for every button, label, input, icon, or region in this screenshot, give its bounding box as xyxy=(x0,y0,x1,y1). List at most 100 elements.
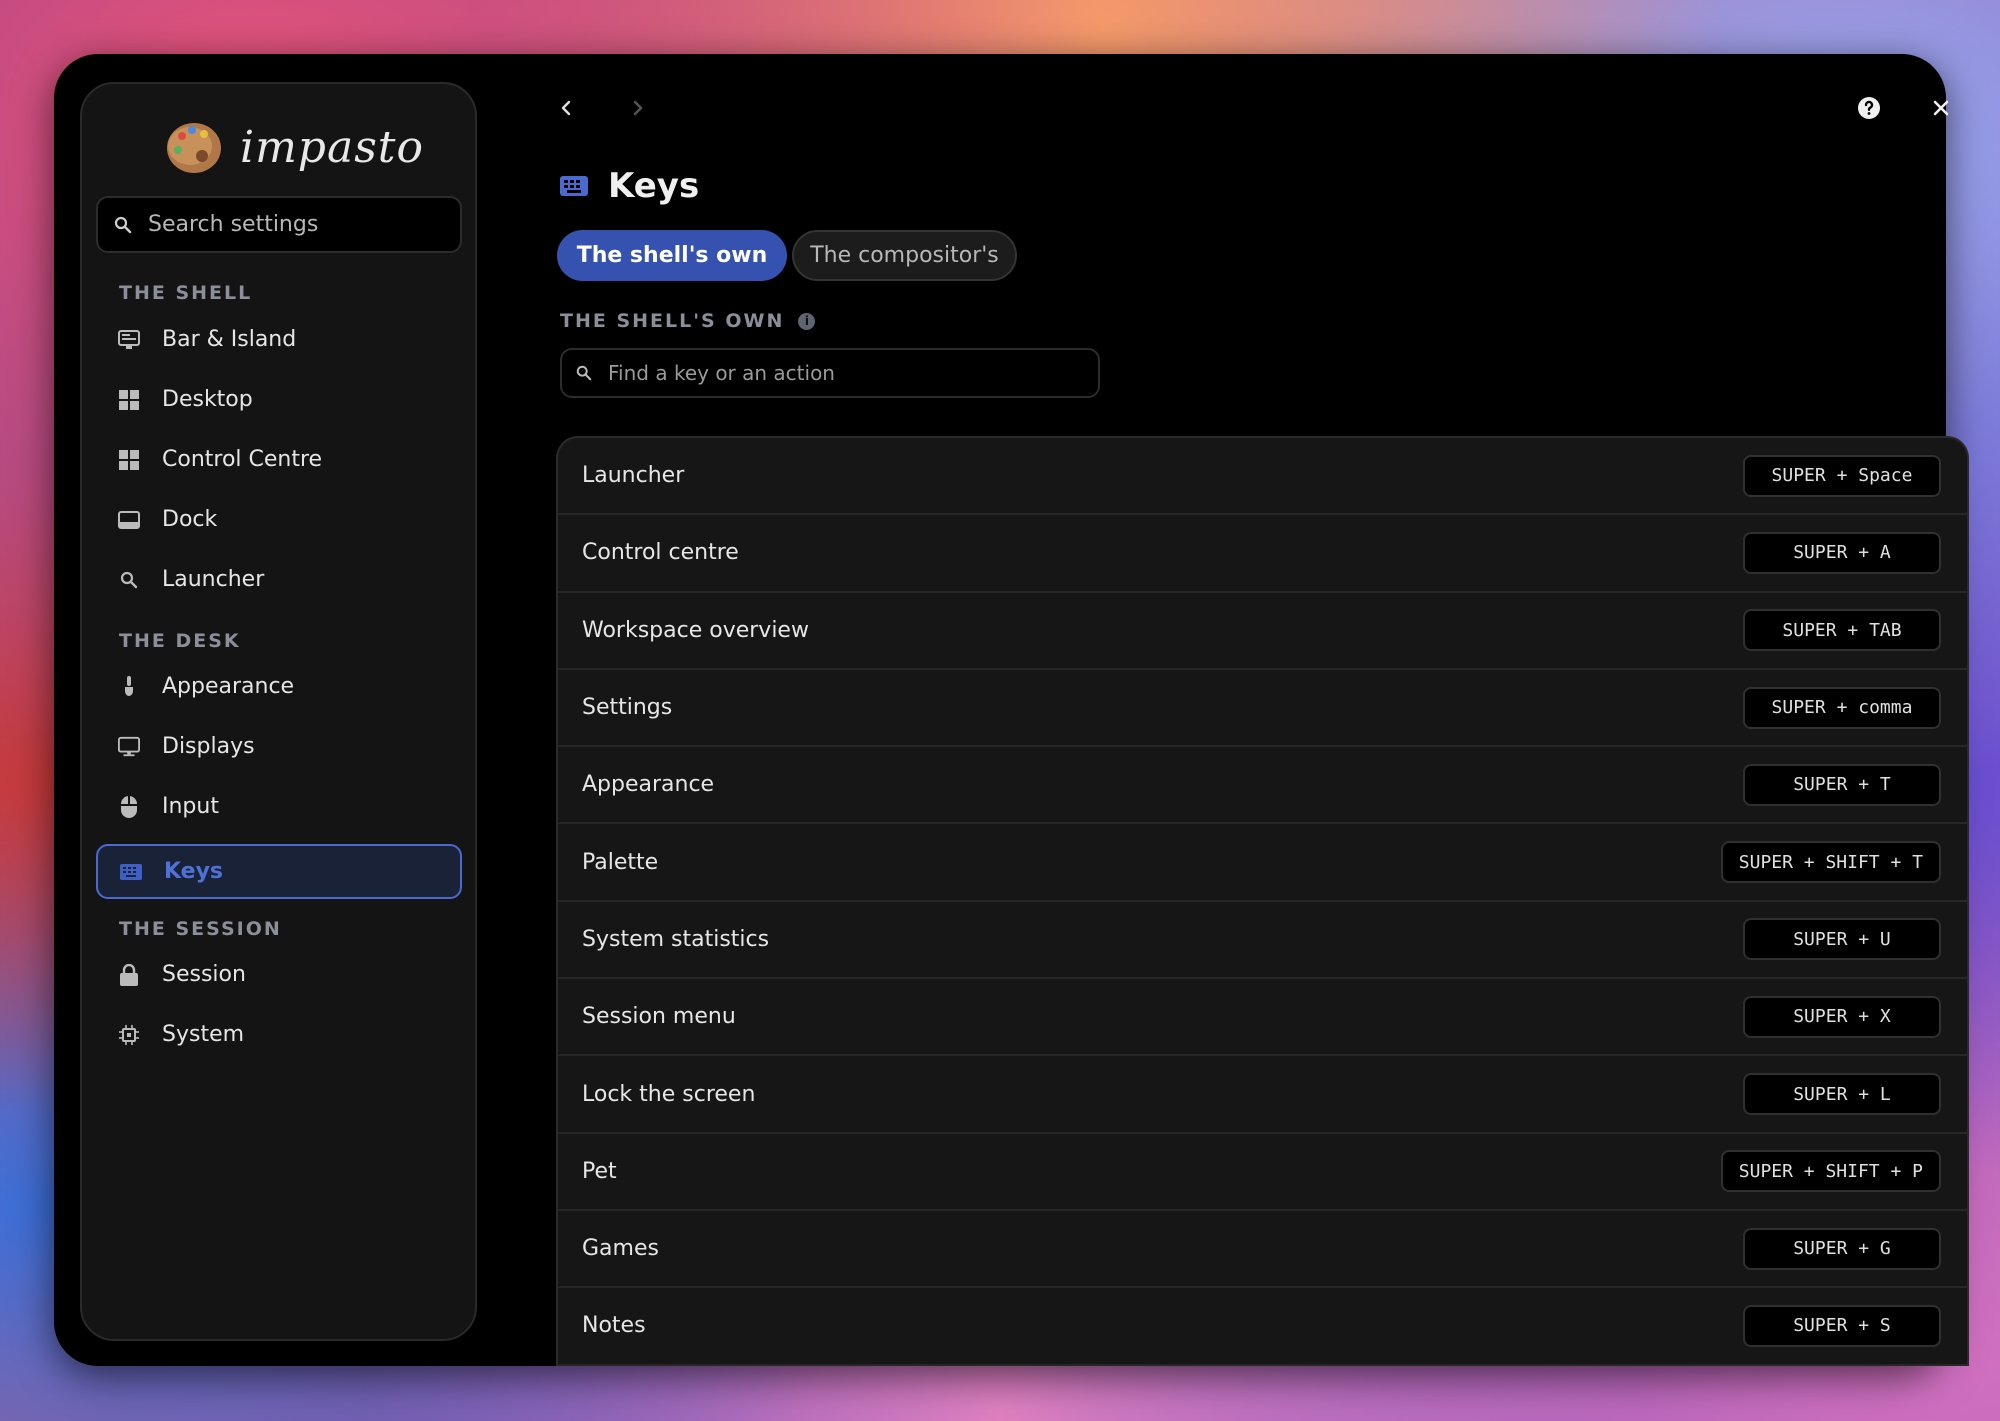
keybinding-row[interactable]: Control centre SUPER + A xyxy=(558,515,1967,593)
close-button[interactable] xyxy=(1921,88,1961,128)
keybinding-row[interactable]: Launcher SUPER + Space xyxy=(558,438,1967,516)
key-combo[interactable]: SUPER + SHIFT + T xyxy=(1720,841,1941,884)
action-label: Notes xyxy=(582,1313,646,1339)
keybinding-row[interactable]: Appearance SUPER + T xyxy=(558,747,1967,825)
sidebar-item-label: Session xyxy=(162,962,246,987)
sidebar-item-label: Launcher xyxy=(162,567,265,592)
keybinding-row[interactable]: Lock the screen SUPER + L xyxy=(558,1056,1967,1134)
action-label: System statistics xyxy=(582,926,770,952)
keyboard-icon xyxy=(560,176,588,196)
sidebar: impasto THE SHELL Bar & Island Desktop xyxy=(80,82,477,1341)
dock-icon xyxy=(118,509,140,531)
action-label: Session menu xyxy=(582,1004,736,1030)
section-the-session: THE SESSION xyxy=(119,918,282,940)
sidebar-item-dock[interactable]: Dock xyxy=(96,492,462,547)
action-label: Games xyxy=(582,1236,659,1262)
action-label: Settings xyxy=(582,695,673,721)
key-combo[interactable]: SUPER + SHIFT + P xyxy=(1720,1150,1941,1193)
monitor-icon xyxy=(118,736,140,758)
sidebar-item-label: Input xyxy=(162,794,219,819)
settings-search[interactable] xyxy=(96,196,462,253)
keybinding-row[interactable]: Pet SUPER + SHIFT + P xyxy=(558,1134,1967,1211)
sidebar-item-label: Appearance xyxy=(162,674,295,699)
chevron-left-icon xyxy=(560,99,572,117)
key-search-input[interactable] xyxy=(608,361,1088,385)
action-label: Control centre xyxy=(582,540,739,566)
forward-button[interactable] xyxy=(618,88,658,128)
settings-window: impasto THE SHELL Bar & Island Desktop xyxy=(54,54,1969,1366)
sidebar-item-system[interactable]: System xyxy=(96,1007,462,1062)
info-icon[interactable]: i xyxy=(798,312,816,330)
section-the-desk: THE DESK xyxy=(119,630,241,652)
key-combo[interactable]: SUPER + T xyxy=(1743,763,1941,806)
key-combo[interactable]: SUPER + L xyxy=(1743,1073,1941,1116)
tab-compositors[interactable]: The compositor's xyxy=(792,230,1017,281)
chip-icon xyxy=(118,1024,140,1046)
key-combo[interactable]: SUPER + TAB xyxy=(1743,609,1941,652)
app-name: impasto xyxy=(240,121,424,173)
sidebar-item-bar-island[interactable]: Bar & Island xyxy=(96,312,462,367)
key-combo[interactable]: SUPER + U xyxy=(1743,918,1941,961)
action-label: Launcher xyxy=(582,463,685,489)
key-combo[interactable]: SUPER + S xyxy=(1743,1304,1941,1347)
action-label: Palette xyxy=(582,849,659,875)
search-icon xyxy=(576,365,592,381)
keybinding-row[interactable]: Notes SUPER + S xyxy=(558,1288,1967,1366)
palette-logo-icon xyxy=(164,116,226,178)
key-combo[interactable]: SUPER + G xyxy=(1743,1227,1941,1270)
keybinding-row[interactable]: System statistics SUPER + U xyxy=(558,902,1967,980)
keybinding-row[interactable]: Session menu SUPER + X xyxy=(558,979,1967,1057)
key-combo[interactable]: SUPER + comma xyxy=(1743,686,1941,729)
key-combo[interactable]: SUPER + X xyxy=(1743,995,1941,1038)
sidebar-item-label: Bar & Island xyxy=(162,327,297,352)
key-combo[interactable]: SUPER + A xyxy=(1743,531,1941,574)
sidebar-item-label: System xyxy=(162,1022,245,1047)
sidebar-item-label: Dock xyxy=(162,507,218,532)
action-label: Pet xyxy=(582,1158,617,1184)
search-icon xyxy=(118,569,140,591)
keybinding-row[interactable]: Games SUPER + G xyxy=(558,1211,1967,1289)
app-logo: impasto xyxy=(164,112,424,182)
action-label: Appearance xyxy=(582,772,715,798)
key-search[interactable] xyxy=(560,348,1100,398)
keybinding-row[interactable]: Palette SUPER + SHIFT + T xyxy=(558,824,1967,902)
grid-icon xyxy=(118,449,140,471)
keybinding-list: Launcher SUPER + Space Control centre SUPE… xyxy=(556,436,1969,1366)
section-heading: THE SHELL'S OWN i xyxy=(560,310,816,332)
mouse-icon xyxy=(118,795,140,818)
page-title: Keys xyxy=(560,166,699,206)
key-combo[interactable]: SUPER + Space xyxy=(1743,454,1941,497)
keybinding-row[interactable]: Workspace overview SUPER + TAB xyxy=(558,593,1967,670)
chevron-right-icon xyxy=(632,99,644,117)
page-title-text: Keys xyxy=(608,166,700,206)
tab-shells-own[interactable]: The shell's own xyxy=(557,230,787,281)
back-button[interactable] xyxy=(546,88,586,128)
sidebar-item-label: Keys xyxy=(164,859,224,884)
action-label: Lock the screen xyxy=(582,1081,756,1107)
help-button[interactable] xyxy=(1849,88,1889,128)
sidebar-item-launcher[interactable]: Launcher xyxy=(96,552,462,607)
sidebar-item-control-centre[interactable]: Control Centre xyxy=(96,432,462,487)
lock-icon xyxy=(118,963,140,986)
close-icon xyxy=(1932,99,1950,117)
search-icon xyxy=(114,216,132,234)
sidebar-item-label: Control Centre xyxy=(162,447,323,472)
sidebar-item-input[interactable]: Input xyxy=(96,779,462,834)
sidebar-item-desktop[interactable]: Desktop xyxy=(96,372,462,427)
sidebar-item-displays[interactable]: Displays xyxy=(96,719,462,774)
action-label: Workspace overview xyxy=(582,617,809,643)
section-the-shell: THE SHELL xyxy=(119,282,253,304)
sidebar-item-session[interactable]: Session xyxy=(96,947,462,1002)
keyboard-icon xyxy=(120,861,142,883)
sidebar-item-appearance[interactable]: Appearance xyxy=(96,659,462,714)
sidebar-item-keys[interactable]: Keys xyxy=(96,844,462,899)
grid-icon xyxy=(118,389,140,411)
search-input[interactable] xyxy=(148,212,448,237)
keybinding-row[interactable]: Settings SUPER + comma xyxy=(558,670,1967,748)
sidebar-item-label: Desktop xyxy=(162,387,253,412)
help-icon xyxy=(1857,96,1881,120)
section-heading-text: THE SHELL'S OWN xyxy=(560,310,785,332)
sidebar-item-label: Displays xyxy=(162,734,255,759)
brush-icon xyxy=(118,675,140,698)
bar-icon xyxy=(118,329,140,351)
